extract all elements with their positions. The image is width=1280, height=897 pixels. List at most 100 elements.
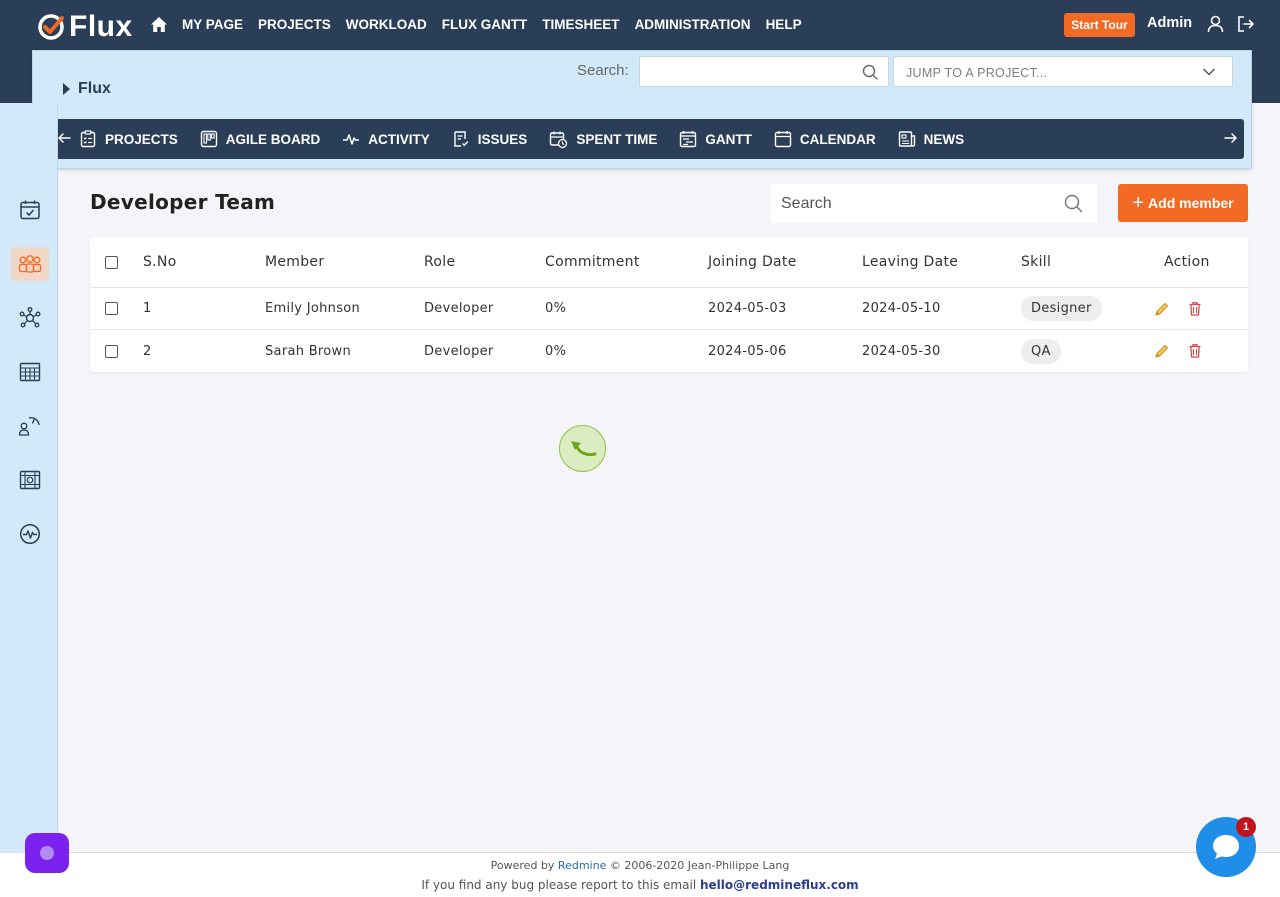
logout-icon[interactable] — [1237, 15, 1255, 33]
nav-timesheet[interactable]: TIMESHEET — [542, 15, 619, 35]
column-header-sno: S.No — [143, 254, 177, 270]
arrow-left-icon[interactable] — [57, 130, 71, 146]
menu-gantt[interactable]: GANTT — [679, 130, 752, 148]
nav-projects[interactable]: PROJECTS — [258, 15, 331, 35]
dot-icon — [40, 846, 54, 860]
cell-commitment: 0% — [545, 343, 567, 359]
column-header-member: Member — [265, 254, 325, 270]
nav-my-page[interactable]: MY PAGE — [182, 15, 243, 35]
home-icon[interactable] — [150, 16, 168, 34]
sidebar-item-timesheet[interactable] — [11, 355, 49, 389]
column-header-skill: Skill — [1021, 254, 1052, 270]
cell-member: Emily Johnson — [265, 301, 361, 316]
column-header-joining-date: Joining Date — [708, 254, 797, 270]
sidebar-item-resources[interactable] — [11, 463, 49, 497]
delete-trash-icon[interactable] — [1188, 301, 1202, 317]
chat-bubble-icon — [1213, 835, 1239, 859]
column-header-commitment: Commitment — [545, 254, 640, 270]
table-header: S.No Member Role Commitment Joining Date… — [90, 237, 1248, 288]
delete-trash-icon[interactable] — [1188, 343, 1202, 359]
cell-skill: Designer — [1021, 288, 1102, 329]
user-name[interactable]: Admin — [1147, 15, 1192, 31]
search-icon[interactable] — [1064, 194, 1083, 213]
member-search[interactable] — [771, 184, 1097, 223]
calendar-check-icon — [20, 200, 40, 220]
user-icon[interactable] — [1207, 15, 1224, 33]
news-icon — [898, 131, 915, 147]
cell-sno: 1 — [143, 301, 152, 316]
cell-commitment: 0% — [545, 301, 567, 316]
footer-powered-by: Powered by Redmine © 2006-2020 Jean-Phil… — [490, 859, 790, 872]
cell-member: Sarah Brown — [265, 343, 352, 359]
nav-flux-gantt[interactable]: FLUX GANTT — [442, 15, 528, 35]
sidebar-item-activity[interactable] — [11, 517, 49, 551]
edit-pencil-icon[interactable] — [1154, 343, 1170, 359]
member-search-input[interactable] — [771, 184, 1051, 223]
sidebar-item-my-tasks[interactable] — [11, 193, 49, 227]
arrow-right-icon[interactable] — [1224, 130, 1238, 146]
logo-text: Flux — [69, 10, 133, 43]
calendar-clock-icon — [550, 131, 568, 148]
dashboard-user-icon — [18, 417, 40, 436]
row-checkbox[interactable] — [105, 344, 118, 358]
project-search-input[interactable] — [640, 57, 850, 86]
add-member-button[interactable]: + Add member — [1118, 184, 1248, 222]
cell-action — [1154, 288, 1202, 329]
row-checkbox[interactable] — [105, 302, 118, 315]
column-header-role: Role — [424, 254, 456, 270]
start-tour-button[interactable]: Start Tour — [1064, 13, 1135, 37]
cell-joining-date: 2024-05-06 — [708, 343, 787, 359]
menu-activity[interactable]: ACTIVITY — [342, 130, 430, 148]
flux-logo[interactable]: Flux — [36, 10, 133, 44]
table-row: 1 Emily Johnson Developer 0% 2024-05-03 … — [90, 288, 1248, 330]
sidebar-item-performance[interactable] — [11, 409, 49, 443]
menu-spent-time[interactable]: SPENT TIME — [549, 130, 657, 149]
pulse-icon — [343, 134, 360, 145]
project-search[interactable] — [639, 56, 889, 87]
chat-notification-badge: 1 — [1236, 817, 1256, 837]
redmine-link[interactable]: Redmine — [558, 859, 606, 872]
caret-right-icon — [63, 83, 70, 95]
nav-administration[interactable]: ADMINISTRATION — [635, 15, 751, 35]
support-email-link[interactable]: hello@redmineflux.com — [700, 878, 859, 892]
select-all-checkbox[interactable] — [105, 255, 118, 269]
curved-arrow-icon — [570, 440, 596, 456]
menu-projects[interactable]: PROJECTS — [79, 130, 178, 148]
page-title: Developer Team — [90, 190, 276, 214]
plus-icon: + — [1132, 192, 1145, 214]
cell-sno: 2 — [143, 343, 152, 359]
cell-leaving-date: 2024-05-30 — [862, 343, 941, 359]
resource-grid-icon — [19, 470, 41, 490]
floating-assistant-button[interactable] — [25, 833, 69, 873]
cell-action — [1154, 330, 1202, 372]
nav-help[interactable]: HELP — [766, 15, 802, 35]
menu-issues[interactable]: ISSUES — [452, 130, 527, 148]
project-breadcrumb[interactable]: Flux — [63, 80, 111, 98]
footer: Powered by Redmine © 2006-2020 Jean-Phil… — [0, 852, 1280, 897]
jump-to-project-placeholder: JUMP TO A PROJECT... — [906, 66, 1048, 80]
row-select-cell — [105, 288, 118, 329]
add-member-label: Add member — [1148, 195, 1234, 211]
project-header: Flux Search: JUMP TO A PROJECT... PROJEC — [32, 50, 1252, 169]
cell-joining-date: 2024-05-03 — [708, 301, 787, 316]
team-icon — [18, 255, 42, 273]
jump-to-project-select[interactable]: JUMP TO A PROJECT... — [893, 56, 1233, 87]
skill-tag: Designer — [1021, 296, 1102, 321]
nav-workload[interactable]: WORKLOAD — [346, 15, 427, 35]
sidebar-item-network[interactable] — [11, 301, 49, 335]
skill-tag: QA — [1021, 338, 1061, 364]
menu-calendar[interactable]: CALENDAR — [774, 130, 876, 148]
search-icon[interactable] — [862, 64, 878, 80]
left-sidebar — [0, 103, 58, 852]
edit-pencil-icon[interactable] — [1154, 301, 1170, 317]
calendar-icon — [774, 131, 792, 148]
project-menu-items: PROJECTS AGILE BOARD ACTIVITY ISSUES SPE… — [79, 119, 986, 159]
sidebar-item-team[interactable] — [11, 247, 49, 281]
project-menu-bar: PROJECTS AGILE BOARD ACTIVITY ISSUES SPE… — [49, 119, 1244, 159]
clipboard-icon — [80, 130, 96, 148]
main-menu: MY PAGE PROJECTS WORKLOAD FLUX GANTT TIM… — [150, 15, 817, 35]
menu-news[interactable]: NEWS — [898, 130, 964, 148]
column-header-leaving-date: Leaving Date — [862, 254, 959, 270]
grid-table-icon — [19, 362, 41, 382]
menu-agile-board[interactable]: AGILE BOARD — [200, 130, 320, 148]
